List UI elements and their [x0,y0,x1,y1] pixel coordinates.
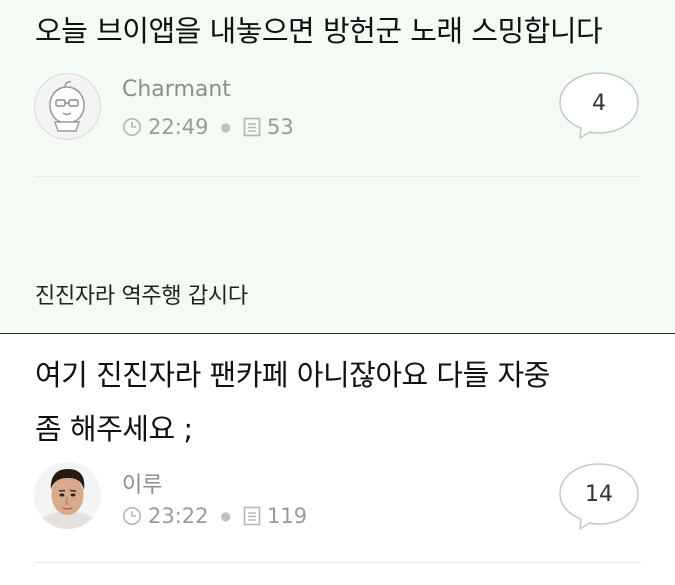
post-title-line-2[interactable]: 좀 해주세요 ; [35,402,655,456]
peach-character-icon [34,73,101,140]
post-title[interactable]: 오늘 브이앱을 내놓으면 방헌군 노래 스밍합니다 [35,4,655,58]
post-meta: 22:49 ● 53 [122,113,294,141]
document-icon [243,117,261,137]
avatar[interactable] [34,73,101,140]
post-card[interactable]: 여기 진진자라 팬카페 아니잖아요 다들 자중 좀 해주세요 ; 이루 23:2… [0,333,675,585]
author-name[interactable]: Charmant [122,77,231,102]
document-icon [243,506,261,526]
comment-count: 4 [592,91,606,116]
divider [35,176,641,177]
man-portrait [34,462,101,529]
avatar[interactable] [34,462,101,529]
meta-separator: ● [220,120,232,134]
post-time: 23:22 [148,504,209,528]
author-name[interactable]: 이루 [122,467,162,499]
post-card[interactable]: 오늘 브이앱을 내놓으면 방헌군 노래 스밍합니다 Charmant 22:49… [0,0,675,333]
post-meta: 23:22 ● 119 [122,502,307,530]
post-time: 22:49 [148,115,209,139]
divider [35,562,641,563]
clock-icon [123,507,141,525]
post-title-line-1[interactable]: 여기 진진자라 팬카페 아니잖아요 다들 자중 [35,348,655,402]
comment-count: 14 [585,482,613,507]
meta-separator: ● [220,509,232,523]
comment-preview[interactable]: 진진자라 역주행 갑시다 [35,278,248,310]
clock-icon [123,118,141,136]
view-count: 53 [267,115,294,139]
view-count: 119 [267,504,308,528]
